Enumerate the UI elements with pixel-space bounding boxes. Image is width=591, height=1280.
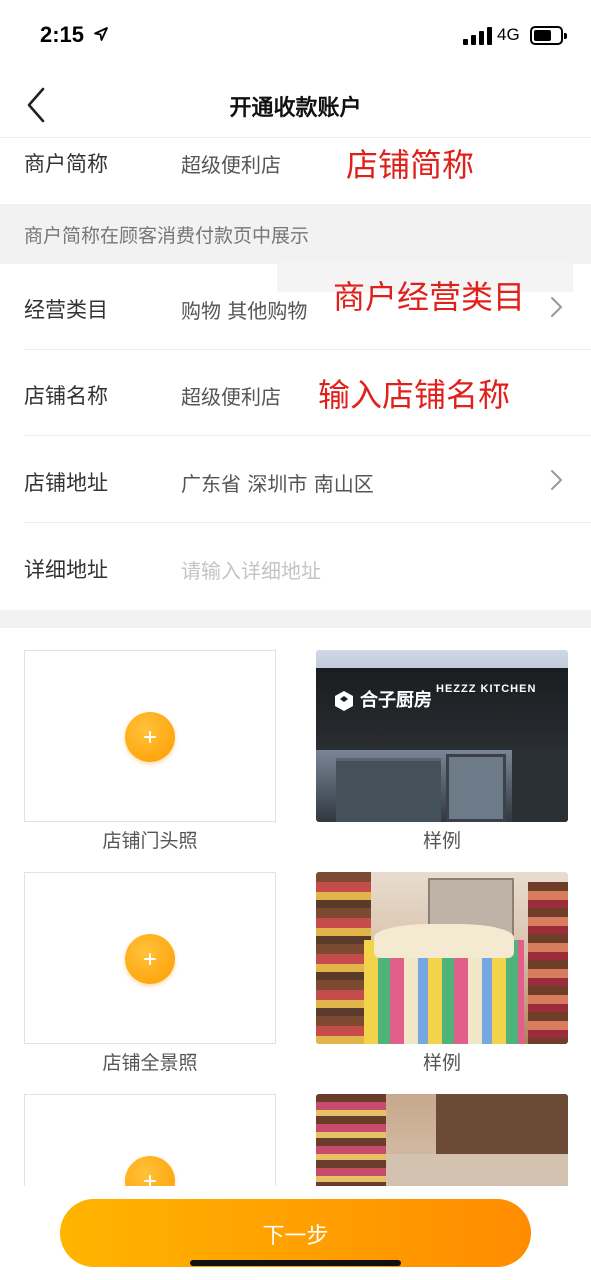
storefront-photo-caption: 店铺门头照 <box>102 830 198 852</box>
store-window <box>446 754 506 822</box>
network-type: 4G <box>497 25 520 44</box>
merchant-short-name-value: 超级便利店 <box>181 153 281 177</box>
sample-caption: 样例 <box>422 1052 461 1074</box>
annotation-shop-short-name: 店铺简称 <box>346 146 475 184</box>
store-logo-icon <box>335 691 353 711</box>
display-table-top <box>374 924 514 958</box>
annotation-category: 商户经营类目 <box>333 278 526 316</box>
battery-icon <box>530 26 567 45</box>
status-time: 2:15 <box>40 22 85 47</box>
status-bar: 2:15 4G <box>0 0 591 72</box>
wall-panel <box>436 1094 568 1154</box>
merchant-short-name-label: 商户简称 <box>24 152 108 176</box>
store-sign-text: 合子厨房 <box>360 690 432 711</box>
shop-address-row[interactable]: 店铺地址 广东省 深圳市 南山区 <box>0 436 591 523</box>
store-sign-english: HEZZZ KITCHEN <box>436 683 537 695</box>
shop-address-value: 广东省 深圳市 南山区 <box>181 472 374 496</box>
shop-name-input[interactable]: 超级便利店 <box>181 381 281 410</box>
category-value: 购物 其他购物 <box>181 299 308 323</box>
merchant-name-hint: 商户简称在顾客消费付款页中展示 <box>0 204 591 264</box>
store-side <box>512 750 568 822</box>
hint-text: 商户简称在顾客消费付款页中展示 <box>24 225 310 247</box>
store-door <box>336 758 441 822</box>
shop-address-label: 店铺地址 <box>24 471 108 495</box>
annotation-shop-name: 输入店铺名称 <box>318 376 511 414</box>
page-title: 开通收款账户 <box>229 96 362 121</box>
category-label: 经营类目 <box>24 298 108 322</box>
detail-address-row[interactable]: 详细地址 请输入详细地址 <box>0 523 591 610</box>
panorama-photo-upload[interactable] <box>24 872 276 1044</box>
chevron-right-icon <box>551 297 563 317</box>
panorama-sample-image <box>316 872 568 1044</box>
home-indicator <box>190 1260 401 1266</box>
next-step-label: 下一步 <box>262 1224 329 1249</box>
sample-caption: 样例 <box>422 830 461 852</box>
cellular-signal-icon <box>463 27 493 45</box>
nav-bar: 开通收款账户 <box>0 72 591 138</box>
panorama-photo-caption: 店铺全景照 <box>102 1052 198 1074</box>
section-gap <box>0 610 591 628</box>
shelf-right <box>528 882 568 1044</box>
chevron-right-icon <box>551 470 563 490</box>
detail-address-label: 详细地址 <box>24 558 108 582</box>
storefront-sample-image: 合子厨房 HEZZZ KITCHEN <box>316 650 568 822</box>
detail-address-input[interactable]: 请输入详细地址 <box>181 555 321 584</box>
location-arrow-icon <box>94 27 108 41</box>
merchant-short-name-row[interactable]: 商户简称 超级便利店 <box>0 138 591 204</box>
shelf-left <box>316 872 371 1044</box>
next-step-button[interactable]: 下一步 <box>60 1199 531 1267</box>
add-photo-icon[interactable] <box>125 934 175 984</box>
storefront-photo-upload[interactable] <box>24 650 276 822</box>
shop-name-label: 店铺名称 <box>24 384 108 408</box>
add-photo-icon[interactable] <box>125 712 175 762</box>
